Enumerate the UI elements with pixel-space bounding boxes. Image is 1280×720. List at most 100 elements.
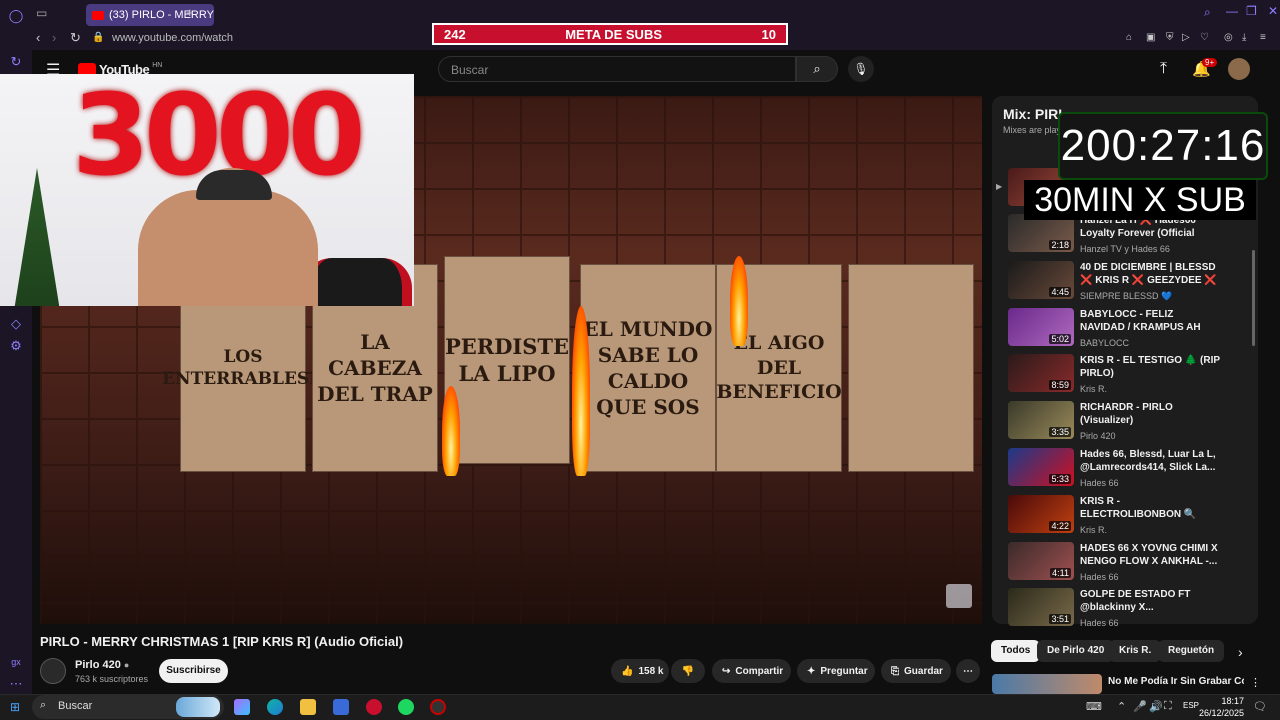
workspace-icon[interactable]: ▭: [36, 6, 47, 20]
profile-icon[interactable]: ◎: [1224, 32, 1233, 43]
search-button[interactable]: ⌕: [796, 56, 838, 82]
mix-item[interactable]: 8:59 KRIS R - EL TESTIGO 🌲 (RIP PIRLO) Kri…: [1008, 354, 1258, 398]
back-icon[interactable]: ‹: [36, 30, 40, 45]
mix-scrollbar[interactable]: [1252, 250, 1255, 346]
taskbar-clock[interactable]: 18:17 26/12/2025: [1196, 695, 1244, 719]
lock-icon: 🔒: [92, 32, 105, 43]
network-icon[interactable]: ⛶: [1164, 700, 1172, 713]
tab-active[interactable]: (33) PIRLO - MERRY CHRI: [86, 4, 214, 26]
mix-item[interactable]: 5:02 BABYLOCC - FELIZ NAVIDAD / KRAMPUS A…: [1008, 307, 1258, 352]
dislike-button[interactable]: 👎: [671, 659, 705, 683]
chip-genre[interactable]: Reguetón: [1158, 640, 1225, 662]
maximize-icon[interactable]: ❐: [1246, 4, 1257, 18]
mix-subtitle: Mixes are playl: [1003, 125, 1064, 135]
opera-logo-icon[interactable]: ◯: [8, 8, 24, 24]
mix-item[interactable]: 3:35 RICHARDR - PIRLO (Visualizer) Pirlo 4…: [1008, 401, 1258, 445]
notification-center-icon[interactable]: 🗨: [1253, 700, 1267, 713]
copilot-icon[interactable]: [234, 699, 250, 715]
sidebar-chat-icon[interactable]: ◇: [8, 316, 24, 332]
obs-icon[interactable]: [430, 699, 446, 715]
ext-play-icon[interactable]: ▷: [1182, 32, 1190, 43]
channel-name[interactable]: Pirlo 420 ●: [75, 659, 129, 671]
recommendation-title[interactable]: No Me Podía Ir Sin Grabar Con Él: [1108, 676, 1244, 694]
download-icon[interactable]: ⤓: [1242, 32, 1246, 43]
share-button[interactable]: ↪ Compartir: [712, 659, 791, 683]
search-input[interactable]: Buscar: [438, 56, 796, 82]
url-field[interactable]: www.youtube.com/watch: [112, 32, 233, 44]
mix-duration: 4:11: [1050, 567, 1071, 578]
mic-icon[interactable]: 🎤: [1133, 700, 1147, 713]
taskbar-search-icon: ⌕: [40, 699, 47, 711]
spotify-icon[interactable]: [398, 699, 414, 715]
edge-icon[interactable]: [267, 699, 283, 715]
channel-avatar[interactable]: [40, 658, 66, 684]
sidebar-gx-icon[interactable]: gx: [8, 654, 24, 670]
mix-thumbnail: 8:59: [1008, 354, 1074, 393]
save-button[interactable]: ⎘ Guardar: [881, 659, 951, 683]
search-tabs-icon[interactable]: ⌕: [1204, 5, 1211, 20]
sidebar-refresh-icon[interactable]: ↻: [8, 54, 24, 70]
file-explorer-icon[interactable]: [300, 699, 316, 715]
store-icon[interactable]: [333, 699, 349, 715]
show-hidden-icons-icon[interactable]: ⌃: [1117, 700, 1126, 713]
like-button[interactable]: 👍 158 k: [611, 659, 669, 683]
mix-duration: 5:33: [1049, 474, 1071, 484]
mix-item-channel: Pirlo 420: [1080, 431, 1116, 442]
mix-thumbnail: 4:11: [1008, 541, 1074, 580]
menu-icon[interactable]: ≡: [1260, 32, 1266, 43]
ext-snapshot-icon[interactable]: ▣: [1146, 32, 1155, 43]
recommendation-thumbnail[interactable]: [992, 674, 1102, 694]
flame-2: [572, 306, 590, 476]
channel-name-text: Pirlo 420: [75, 659, 121, 671]
chips-next-icon[interactable]: ›: [1238, 644, 1243, 660]
sidebar-more-icon[interactable]: ⋯: [8, 676, 24, 692]
subscribe-button[interactable]: Suscribirse: [159, 659, 228, 683]
ext-pin-icon[interactable]: ⌂: [1126, 32, 1132, 43]
new-tab-plus-icon[interactable]: +: [186, 5, 194, 20]
reload-icon[interactable]: ↻: [70, 30, 81, 46]
minimize-icon[interactable]: —: [1226, 4, 1238, 18]
mix-duration: 8:59: [1049, 380, 1071, 391]
mix-thumbnail: 3:35: [1008, 401, 1074, 440]
mix-duration: 3:35: [1049, 427, 1071, 438]
user-avatar[interactable]: [1228, 58, 1250, 80]
gaming-chair: [302, 258, 412, 306]
thumbs-up-icon: 👍: [621, 665, 634, 677]
taskbar-search[interactable]: ⌕ Buscar: [32, 695, 224, 719]
mix-item[interactable]: 4:22 KRIS R - ELECTROLIBONBON 🔍 (VIDEO OF…: [1008, 494, 1258, 539]
chip-channel[interactable]: De Pirlo 420: [1037, 640, 1115, 662]
mix-item[interactable]: 4:11 HADES 66 X YOVNG CHIMI X NENGO FLOW …: [1008, 541, 1258, 586]
save-label: Guardar: [904, 665, 943, 677]
mix-item-channel: Hanzel TV y Hades 66: [1080, 244, 1170, 254]
chip-all[interactable]: Todos: [991, 640, 1041, 662]
chip-artist[interactable]: Kris R.: [1109, 640, 1162, 662]
mix-item[interactable]: 4:45 40 DE DICIEMBRE | BLESSD ❌ KRIS R ❌ …: [1008, 260, 1258, 305]
ext-heart-icon[interactable]: ♡: [1200, 32, 1209, 43]
stream-timer: 200:27:16: [1058, 112, 1268, 180]
forward-icon[interactable]: ›: [52, 30, 56, 45]
upload-icon[interactable]: ⤒: [1160, 60, 1167, 78]
channel-subscribers: 763 k suscriptores: [75, 674, 149, 684]
volume-icon[interactable]: 🔊: [1149, 700, 1163, 713]
mix-item-channel: SIEMPRE BLESSD 💙: [1080, 290, 1173, 301]
mix-item[interactable]: 3:51 GOLPE DE ESTADO FT @blackinny X... Ha…: [1008, 588, 1258, 632]
opera-gx-icon[interactable]: [366, 699, 382, 715]
ext-shield-icon[interactable]: ⛨: [1166, 32, 1174, 43]
taskbar-search-highlight: [176, 697, 220, 717]
mix-thumbnail: 4:45: [1008, 260, 1074, 299]
now-playing-indicator-icon: ▶: [996, 182, 1003, 191]
close-window-icon[interactable]: ✕: [1268, 4, 1278, 18]
mix-item-title: BABYLOCC - FELIZ NAVIDAD / KRAMPUS AH LL…: [1080, 308, 1201, 333]
recommendation-menu-icon[interactable]: ⋮: [1250, 676, 1261, 689]
sidebar-settings-icon[interactable]: ⚙: [8, 338, 24, 354]
ask-button[interactable]: ✦ Preguntar: [797, 659, 875, 683]
keyboard-icon[interactable]: ⌨: [1086, 700, 1102, 713]
christmas-tree: [8, 168, 66, 306]
mix-item[interactable]: 2:18 Hanzel La H ❌ Hades66 Loyalty Foreve…: [1008, 214, 1258, 258]
more-actions-button[interactable]: ⋯: [956, 659, 980, 683]
mix-item[interactable]: 5:33 Hades 66, Blessd, Luar La L, @Lamrec…: [1008, 448, 1258, 492]
video-title: PIRLO - MERRY CHRISTMAS 1 [RIP KRIS R] (…: [40, 634, 404, 649]
windows-start-icon[interactable]: ⊞: [10, 700, 20, 714]
mix-item-channel: Kris R.: [1080, 524, 1107, 535]
voice-search-button[interactable]: 🎙: [848, 56, 874, 82]
